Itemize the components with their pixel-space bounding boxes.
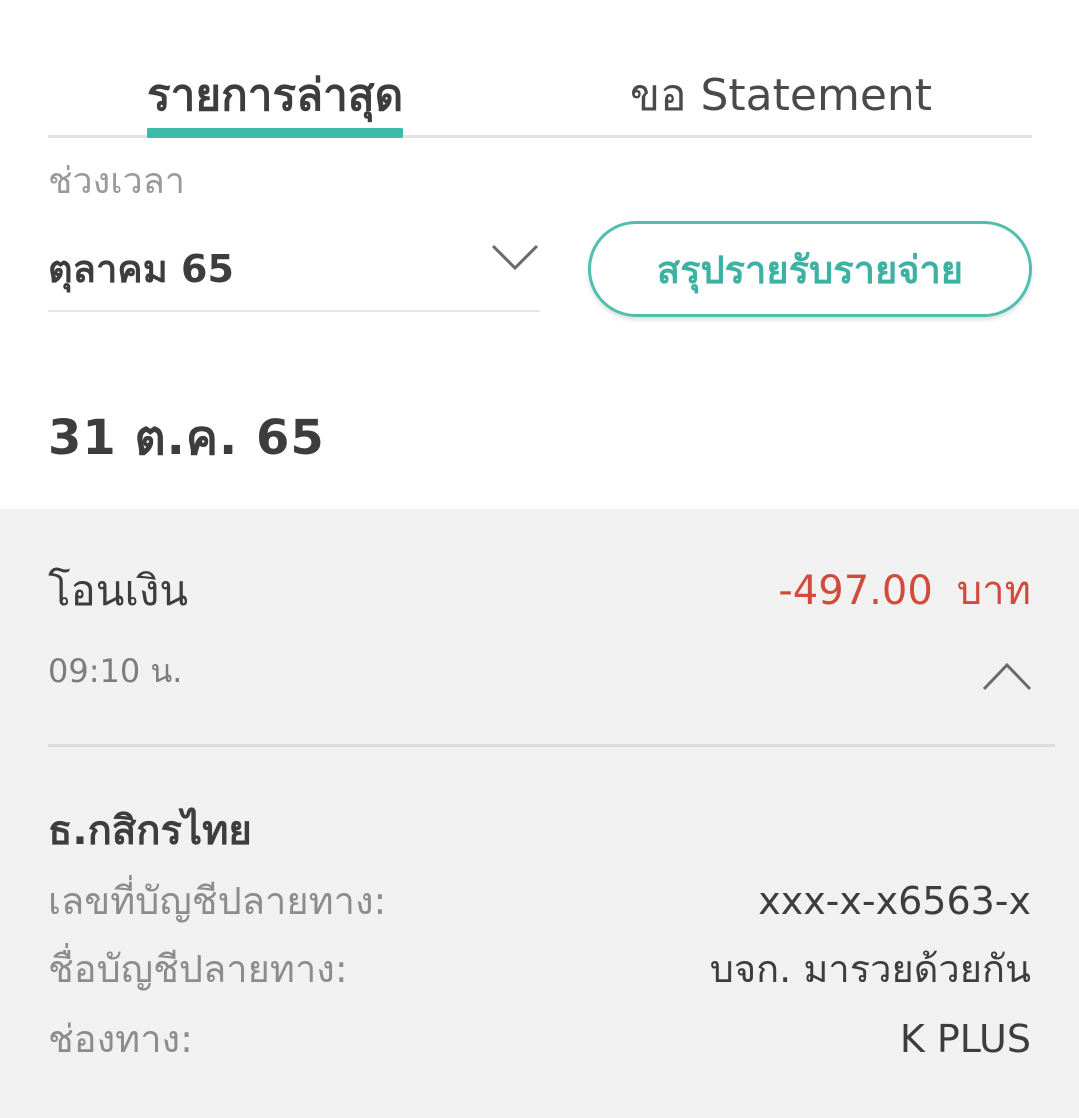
chevron-down-icon xyxy=(491,244,539,271)
divider xyxy=(48,744,1055,747)
period-dropdown[interactable]: ตุลาคม 65 xyxy=(48,232,540,312)
transaction-amount: -497.00 บาท xyxy=(778,565,1031,617)
bank-name: ธ.กสิกรไทย xyxy=(48,808,252,854)
detail-value: K PLUS xyxy=(899,1017,1031,1061)
active-tab-indicator xyxy=(147,128,404,138)
detail-row-account-number: เลขที่บัญชีปลายทาง: xxx-x-x6563-x xyxy=(48,875,1031,927)
amount-value: -497.00 xyxy=(778,568,933,614)
currency-label: บาท xyxy=(956,568,1031,614)
detail-value: บจก. มารวยด้วยกัน xyxy=(709,947,1031,991)
tab-statement-label: ขอ Statement xyxy=(630,70,933,121)
detail-label: เลขที่บัญชีปลายทาง: xyxy=(48,879,387,923)
tab-recent-label: รายการล่าสุด xyxy=(147,70,404,121)
detail-value: xxx-x-x6563-x xyxy=(758,879,1031,923)
transaction-type: โอนเงิน xyxy=(48,566,189,615)
detail-row-account-name: ชื่อบัญชีปลายทาง: บจก. มารวยด้วยกัน xyxy=(48,943,1031,995)
detail-row-channel: ช่องทาง: K PLUS xyxy=(48,1013,1031,1065)
tab-bar: รายการล่าสุด ขอ Statement xyxy=(48,60,1032,138)
detail-label: ชื่อบัญชีปลายทาง: xyxy=(48,947,348,991)
transaction-time: 09:10 น. xyxy=(48,652,183,690)
tab-recent-transactions[interactable]: รายการล่าสุด xyxy=(147,68,404,138)
period-value: ตุลาคม 65 xyxy=(48,247,234,291)
transaction-history-screen: รายการล่าสุด ขอ Statement ช่วงเวลา ตุลาค… xyxy=(0,0,1079,1118)
date-heading: 31 ต.ค. 65 xyxy=(48,410,325,466)
detail-label: ช่องทาง: xyxy=(48,1017,193,1061)
transaction-card: โอนเงิน -497.00 บาท 09:10 น. ธ.กสิกรไทย เ… xyxy=(0,509,1079,1118)
income-expense-summary-button[interactable]: สรุปรายรับรายจ่าย xyxy=(588,221,1032,317)
tab-request-statement[interactable]: ขอ Statement xyxy=(630,68,932,124)
period-label: ช่วงเวลา xyxy=(48,161,186,202)
chevron-up-icon[interactable] xyxy=(981,659,1033,693)
